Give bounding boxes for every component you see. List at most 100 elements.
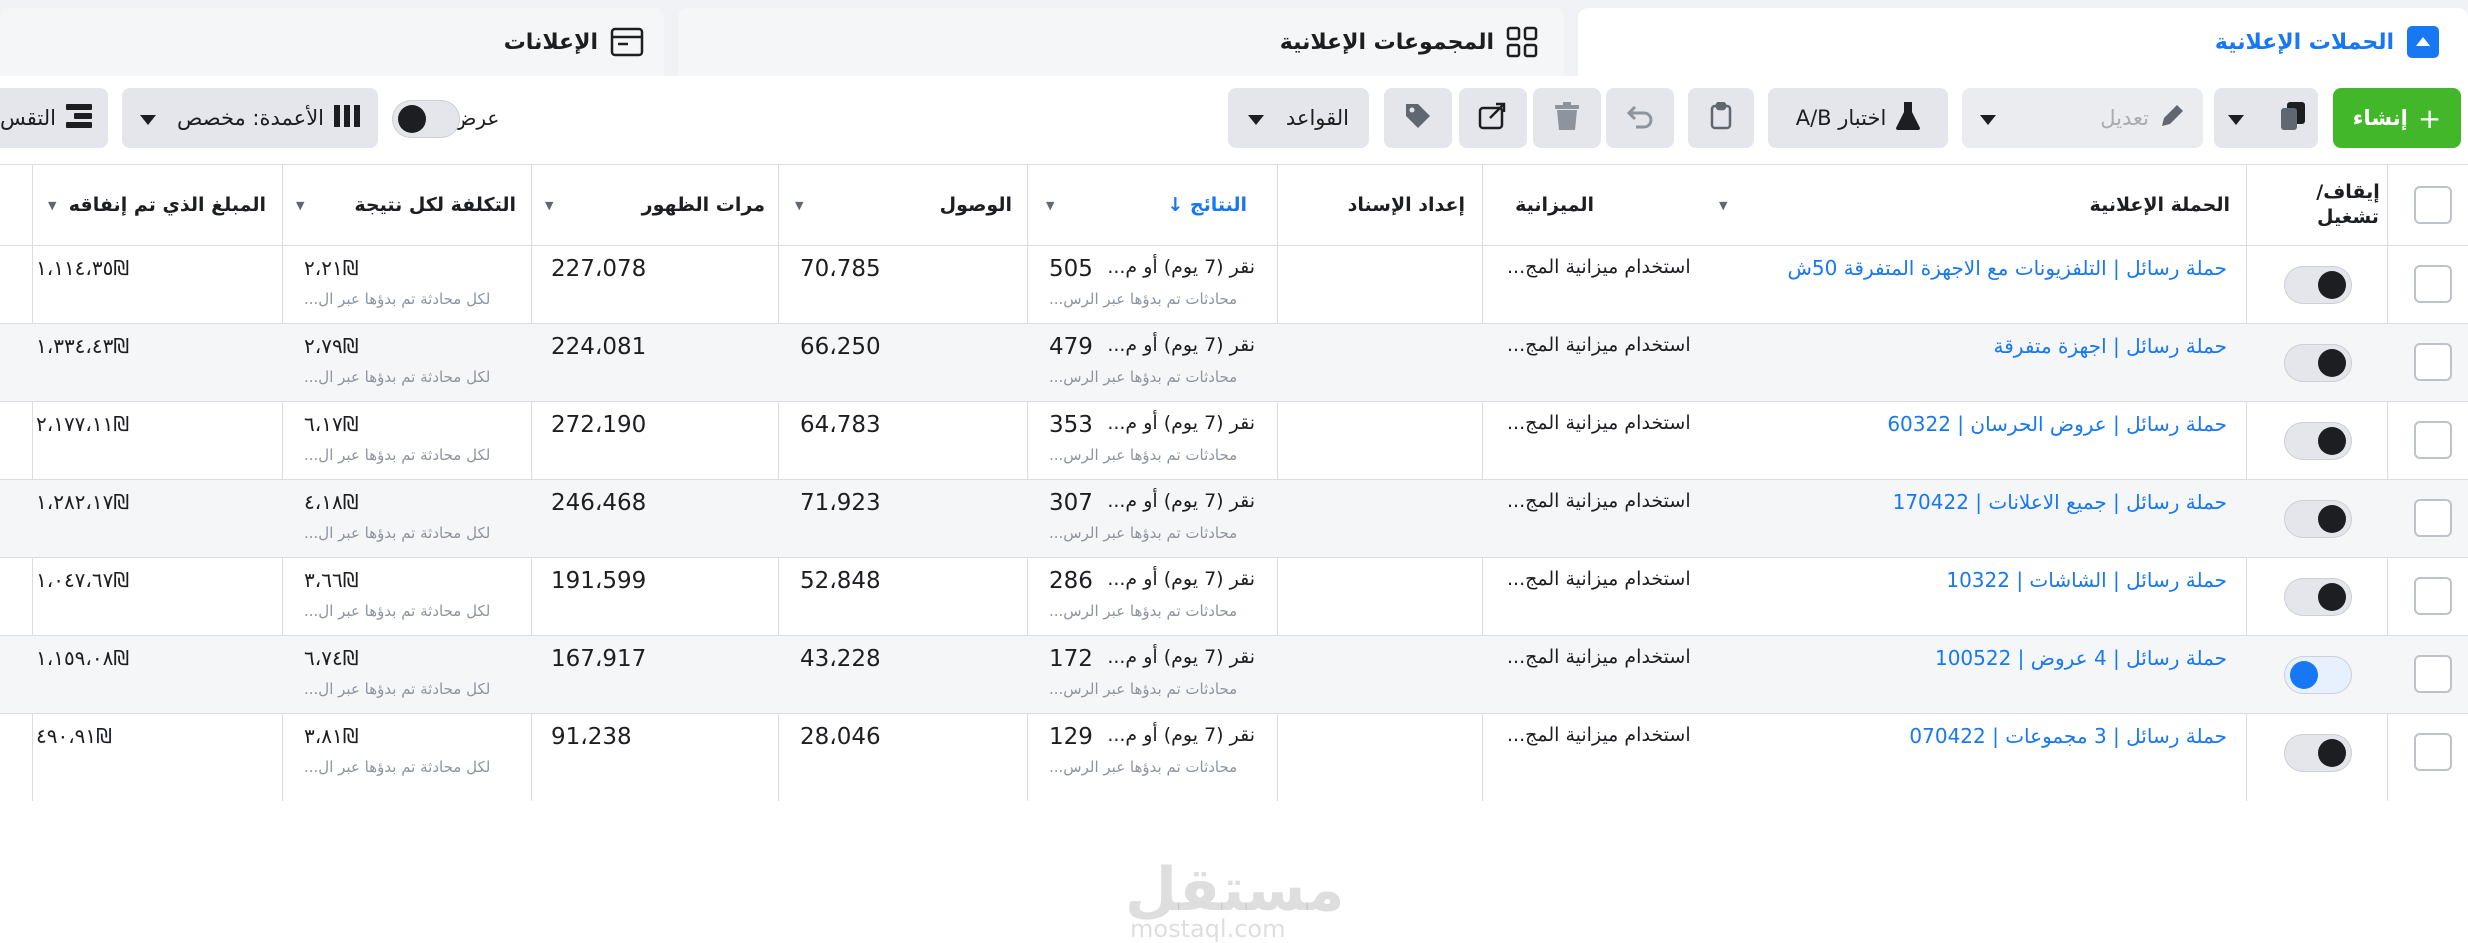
undo-icon <box>1626 103 1654 134</box>
tab-adsets[interactable]: المجموعات الإعلانية <box>678 8 1564 76</box>
row-checkbox[interactable] <box>2414 655 2452 693</box>
row-checkbox[interactable] <box>2414 343 2452 381</box>
cost-cell: ٤،١٨₪ لكل محادثة تم بدؤها عبر ال... <box>284 480 530 558</box>
row-checkbox[interactable] <box>2414 577 2452 615</box>
cost-subtext: لكل محادثة تم بدؤها عبر ال... <box>304 368 491 386</box>
cost-value: ٦،٧٤₪ <box>304 646 359 670</box>
header-cost-per-result[interactable]: التكلفة لكل نتيجة ▼ <box>284 165 516 245</box>
campaign-toggle[interactable] <box>2284 734 2352 772</box>
row-checkbox[interactable] <box>2414 265 2452 303</box>
campaign-toggle[interactable] <box>2284 422 2352 460</box>
clipboard-button[interactable] <box>1688 88 1754 148</box>
header-impressions[interactable]: مرات الظهور ▼ <box>533 165 765 245</box>
table-row[interactable]: حملة رسائل | 3 مجموعات | 070422 استخدام … <box>0 713 2468 792</box>
plus-icon: + <box>2417 101 2442 135</box>
campaigns-table: إيقاف/ تشغيل الحملة الإعلانية الميزانية … <box>0 164 2468 943</box>
impressions-cell: 191،599 <box>533 558 777 636</box>
cost-cell: ٢،٧٩₪ لكل محادثة تم بدؤها عبر ال... <box>284 324 530 402</box>
budget-cell: استخدام ميزانية المج... <box>1279 324 1691 402</box>
table-row[interactable]: حملة رسائل | التلفزيونات مع الاجهزة المت… <box>0 245 2468 324</box>
delete-button[interactable] <box>1533 88 1601 148</box>
row-checkbox[interactable] <box>2414 421 2452 459</box>
export-button[interactable] <box>1459 88 1527 148</box>
impressions-value: 224،081 <box>551 334 647 360</box>
breakdown-label: التقس <box>0 106 56 130</box>
reach-cell: 71،923 <box>780 480 1026 558</box>
select-all-checkbox[interactable] <box>2414 186 2452 224</box>
results-cell: 479 محادثات تم بدؤها عبر الرس... <box>1029 324 1277 402</box>
create-button[interactable]: + إنشاء <box>2333 88 2461 148</box>
tab-ads[interactable]: الإعلانات <box>0 8 664 76</box>
tag-button[interactable] <box>1384 88 1452 148</box>
tab-campaigns-label: الحملات الإعلانية <box>2214 29 2394 55</box>
breakdown-button[interactable]: التقس <box>0 88 108 148</box>
spent-value: ١،٠٤٧،٦٧₪ <box>36 568 130 592</box>
campaign-name-link[interactable]: حملة رسائل | اجهزة متفرقة <box>1994 334 2228 358</box>
campaign-name-link[interactable]: حملة رسائل | 4 عروض | 100522 <box>1935 646 2227 670</box>
results-value: 479 <box>1049 334 1093 360</box>
impressions-value: 246،468 <box>551 490 647 516</box>
campaign-toggle[interactable] <box>2284 656 2352 694</box>
campaign-name-link[interactable]: حملة رسائل | عروض الحرسان | 60322 <box>1887 412 2227 436</box>
reach-value: 52،848 <box>800 568 881 594</box>
header-amount-spent[interactable]: المبلغ الذي تم إنفاقه ▼ <box>34 165 266 245</box>
header-reach-label: الوصول <box>939 194 1012 216</box>
spent-value: ١،١١٤،٣٥₪ <box>36 256 130 280</box>
toggle-knob <box>2318 583 2346 611</box>
campaign-toggle[interactable] <box>2284 578 2352 616</box>
view-setup-toggle[interactable] <box>392 100 460 138</box>
tab-campaigns[interactable]: الحملات الإعلانية <box>1578 8 2468 76</box>
campaign-name-link[interactable]: حملة رسائل | الشاشات | 10322 <box>1946 568 2227 592</box>
results-cell: 307 محادثات تم بدؤها عبر الرس... <box>1029 480 1277 558</box>
reach-cell: 52،848 <box>780 558 1026 636</box>
sort-caret-icon: ▼ <box>1046 198 1055 212</box>
undo-button[interactable] <box>1606 88 1674 148</box>
header-reach[interactable]: الوصول ▼ <box>780 165 1012 245</box>
header-attribution[interactable]: إعداد الإسناد <box>1279 165 1465 245</box>
campaign-name-link[interactable]: حملة رسائل | التلفزيونات مع الاجهزة المت… <box>1787 256 2227 280</box>
clipboard-icon <box>1710 101 1732 135</box>
toolbar: + إنشاء تعديل اختبار A/B القواعد عرض الإ… <box>0 76 2468 164</box>
reach-cell: 43،228 <box>780 636 1026 714</box>
table-row[interactable]: حملة رسائل | 4 عروض | 100522 استخدام ميز… <box>0 635 2468 714</box>
rules-button[interactable]: القواعد <box>1228 88 1369 148</box>
edit-button[interactable]: تعديل <box>1962 88 2203 148</box>
spent-value: ١،٢٨٢،١٧₪ <box>36 490 130 514</box>
impressions-cell: 91،238 <box>533 714 777 792</box>
spent-value: ١،٣٣٤،٤٣₪ <box>36 334 130 358</box>
table-row[interactable]: حملة رسائل | عروض الحرسان | 60322 استخدا… <box>0 401 2468 480</box>
row-checkbox[interactable] <box>2414 733 2452 771</box>
campaign-name-link[interactable]: حملة رسائل | 3 مجموعات | 070422 <box>1909 724 2227 748</box>
campaign-toggle[interactable] <box>2284 344 2352 382</box>
reach-cell: 66،250 <box>780 324 1026 402</box>
row-checkbox[interactable] <box>2414 499 2452 537</box>
columns-button[interactable]: الأعمدة: مخصص <box>122 88 378 148</box>
campaign-name-link[interactable]: حملة رسائل | جميع الاعلانات | 170422 <box>1893 490 2227 514</box>
header-results-label: النتائج ↓ <box>1167 194 1247 216</box>
campaign-toggle[interactable] <box>2284 266 2352 304</box>
cost-subtext: لكل محادثة تم بدؤها عبر ال... <box>304 758 491 776</box>
header-toggle[interactable]: إيقاف/ تشغيل <box>2316 165 2380 245</box>
header-campaign[interactable]: الحملة الإعلانية <box>1890 165 2230 245</box>
duplicate-button[interactable] <box>2214 88 2318 148</box>
reach-cell: 64،783 <box>780 402 1026 480</box>
sort-caret-icon: ▼ <box>296 198 305 212</box>
chevron-down-icon <box>140 106 156 130</box>
trash-icon <box>1555 101 1579 135</box>
tab-bar: الحملات الإعلانية المجموعات الإعلانية ال… <box>0 0 2468 76</box>
header-results[interactable]: النتائج ↓ ▼ <box>1029 165 1247 245</box>
table-row[interactable]: حملة رسائل | اجهزة متفرقة استخدام ميزاني… <box>0 323 2468 402</box>
ab-test-button[interactable]: اختبار A/B <box>1768 88 1948 148</box>
watermark-url: mostaql.com <box>1130 915 1286 943</box>
header-budget[interactable]: الميزانية ▼ <box>1484 165 1844 245</box>
budget-value: استخدام ميزانية المج... <box>1507 568 1691 590</box>
table-row[interactable]: حملة رسائل | الشاشات | 10322 استخدام ميز… <box>0 557 2468 636</box>
results-cell: 172 محادثات تم بدؤها عبر الرس... <box>1029 636 1277 714</box>
table-row[interactable]: حملة رسائل | جميع الاعلانات | 170422 است… <box>0 479 2468 558</box>
campaign-toggle[interactable] <box>2284 500 2352 538</box>
spent-cell: ٤٩٠،٩١₪ <box>34 714 280 792</box>
cost-value: ٤،١٨₪ <box>304 490 359 514</box>
impressions-cell: 246،468 <box>533 480 777 558</box>
results-cell: 129 محادثات تم بدؤها عبر الرس... <box>1029 714 1277 792</box>
cost-value: ٢،٧٩₪ <box>304 334 359 358</box>
